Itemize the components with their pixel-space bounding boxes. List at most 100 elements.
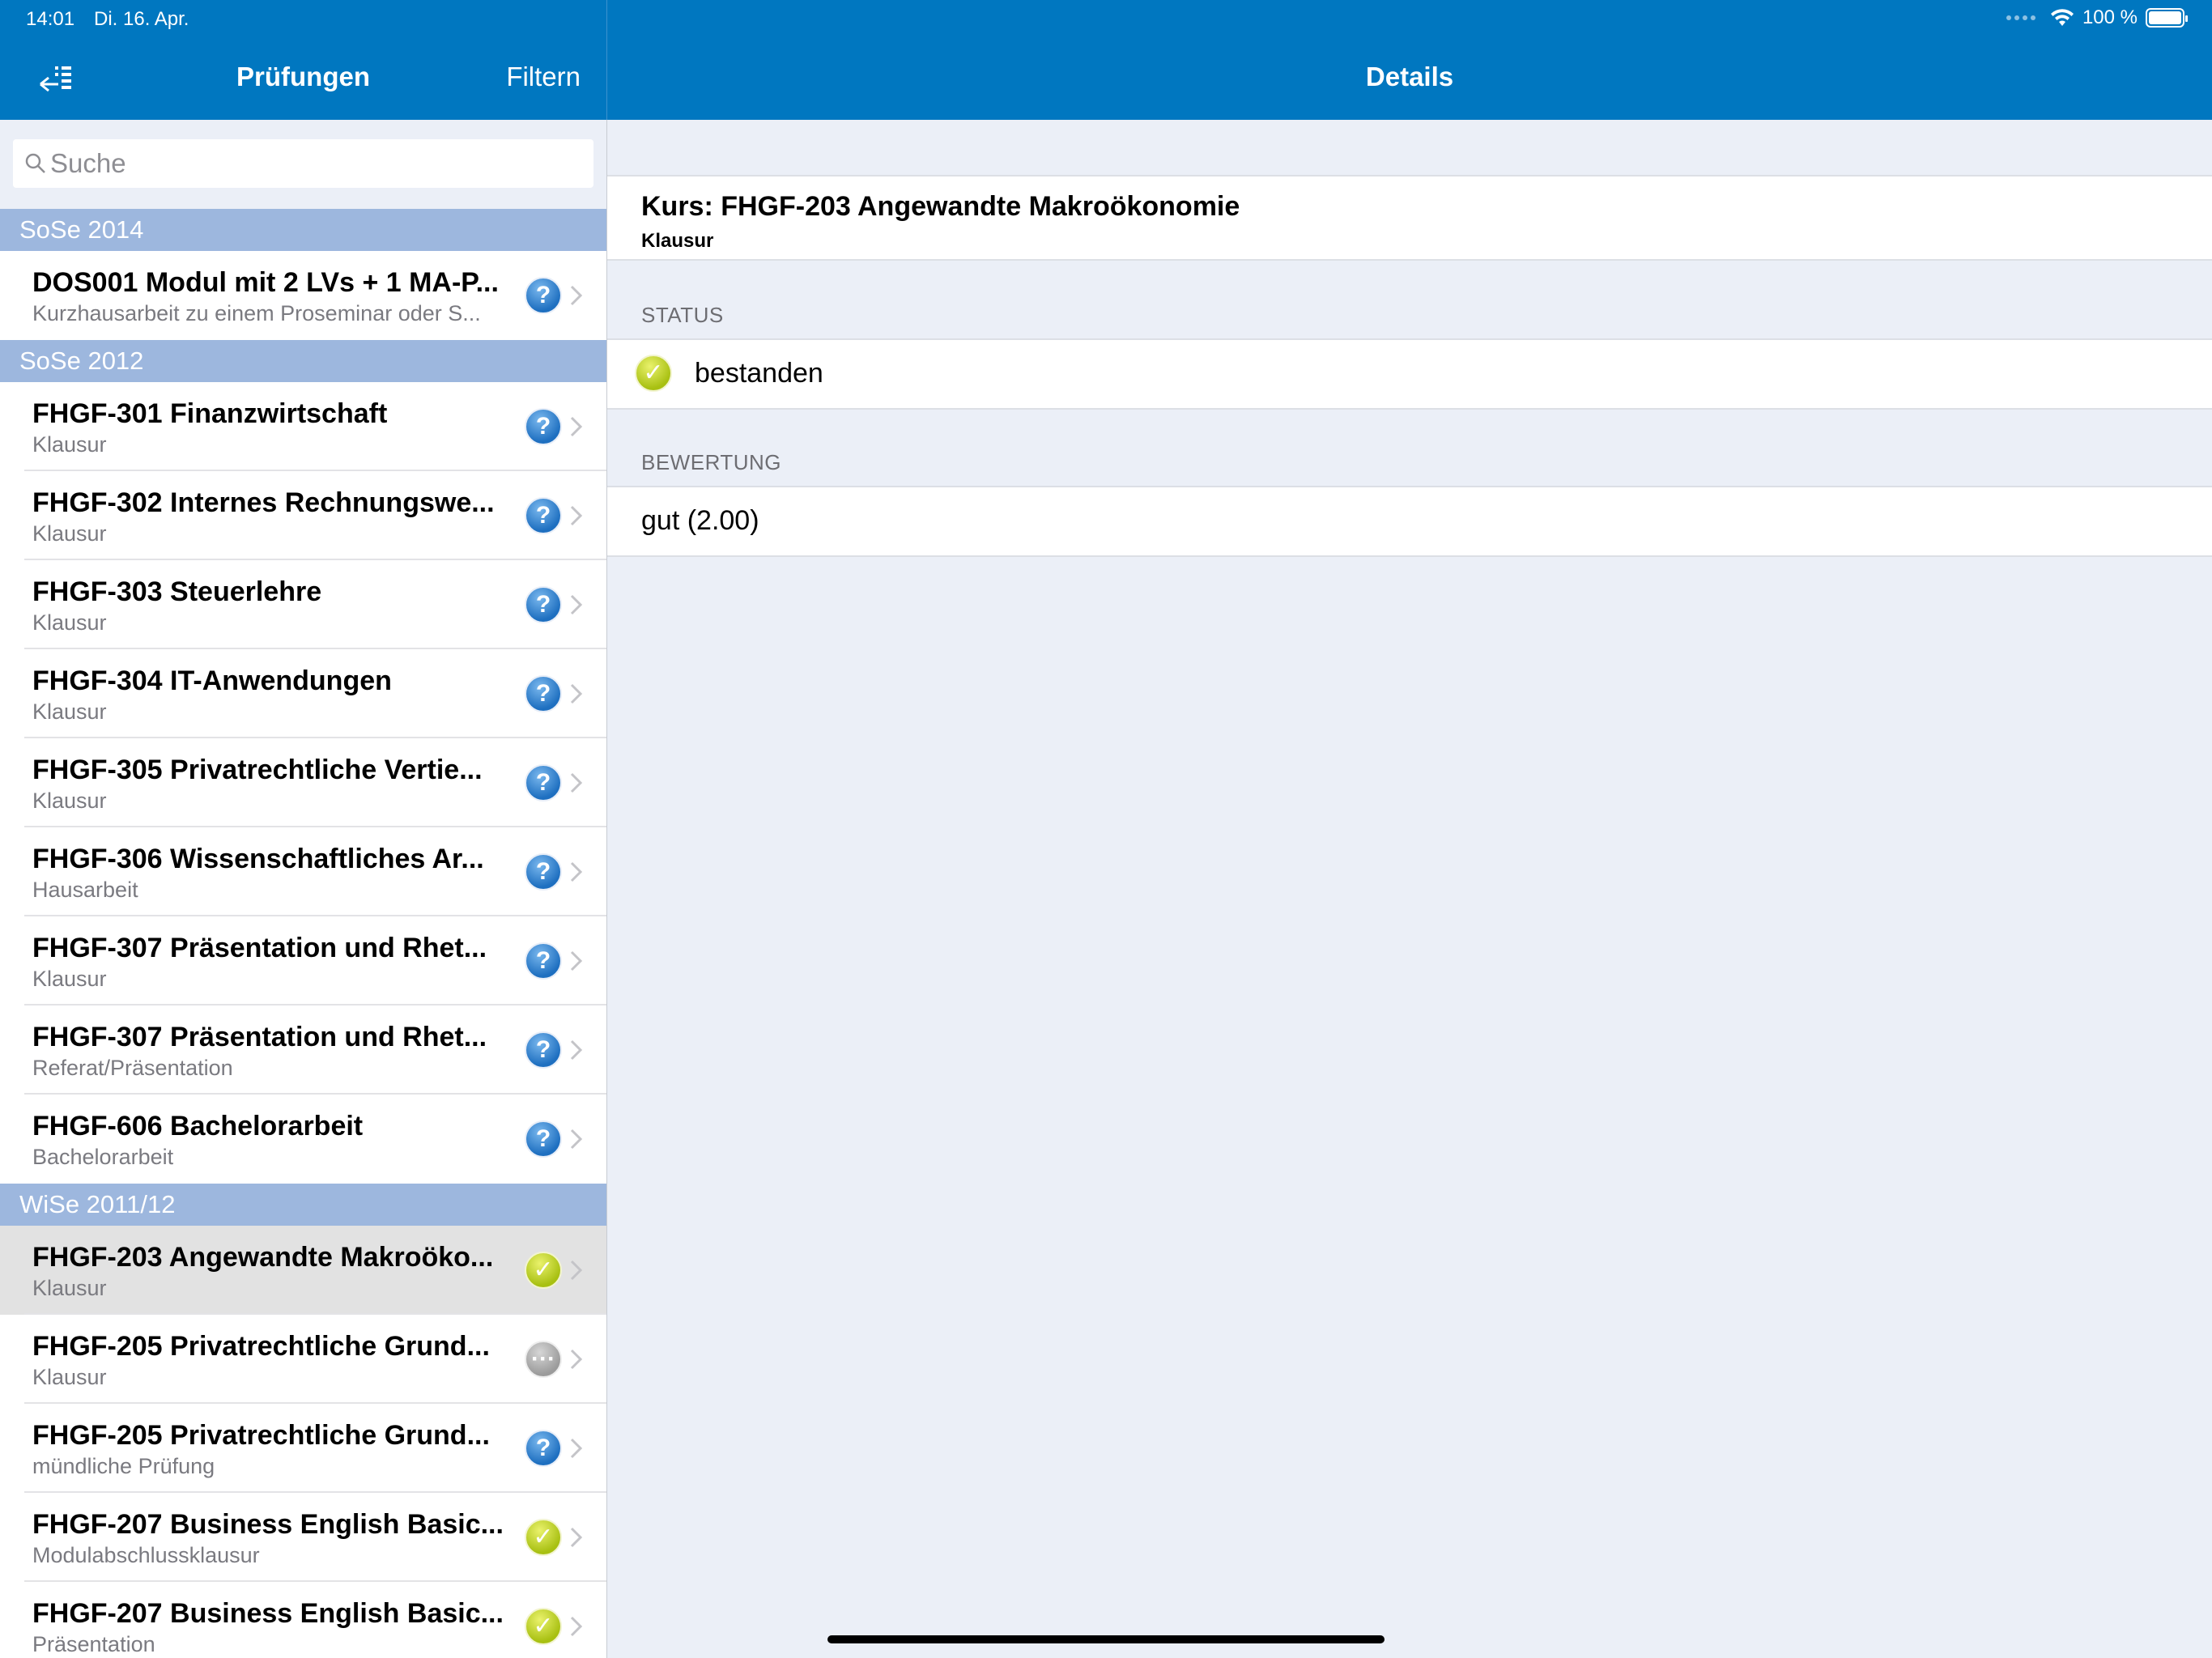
detail-navbar: Details	[607, 37, 2212, 120]
status-value: bestanden	[695, 358, 823, 389]
passed-check-icon: ✓	[525, 1608, 562, 1645]
exam-row[interactable]: FHGF-203 Angewandte Makroöko... Klausur ✓	[0, 1226, 606, 1315]
exam-row[interactable]: FHGF-207 Business English Basic... Präsen…	[0, 1582, 606, 1658]
exam-row[interactable]: FHGF-301 Finanzwirtschaft Klausur?	[0, 382, 606, 471]
chevron-right-icon	[570, 1438, 583, 1459]
chevron-right-icon	[570, 1129, 583, 1150]
search-icon	[25, 153, 45, 173]
question-status-icon: ?	[525, 408, 562, 445]
wifi-icon	[2050, 9, 2074, 26]
course-title: Kurs: FHGF-203 Angewandte Makroökonomie	[641, 191, 1240, 222]
exam-title: FHGF-302 Internes Rechnungswe...	[32, 487, 495, 518]
question-status-icon: ?	[525, 497, 562, 534]
exam-title: FHGF-307 Präsentation und Rhet...	[32, 1022, 487, 1052]
exam-title: FHGF-304 IT-Anwendungen	[32, 665, 392, 696]
search-bar	[0, 120, 606, 209]
home-indicator	[827, 1635, 1385, 1643]
chevron-right-icon	[570, 1260, 583, 1281]
exam-title: FHGF-205 Privatrechtliche Grund...	[32, 1331, 490, 1362]
master-navbar: Prüfungen Filtern	[0, 37, 606, 120]
signal-dots-icon	[2006, 15, 2035, 20]
chevron-right-icon	[570, 772, 583, 793]
exam-type: Klausur	[32, 789, 107, 813]
chevron-right-icon	[570, 1349, 583, 1370]
chevron-right-icon	[570, 1527, 583, 1548]
exam-type: Klausur	[32, 699, 107, 724]
question-status-icon: ?	[525, 586, 562, 623]
exam-list-panel: SoSe 2014DOS001 Modul mit 2 LVs + 1 MA-P…	[0, 120, 606, 1658]
search-input[interactable]	[50, 148, 536, 179]
status-time: 14:01	[26, 8, 75, 30]
exam-title: FHGF-301 Finanzwirtschaft	[32, 398, 388, 429]
detail-panel: Kurs: FHGF-203 Angewandte Makroökonomie …	[607, 120, 2212, 1658]
exam-row[interactable]: FHGF-307 Präsentation und Rhet... Referat…	[0, 1005, 606, 1095]
exam-title: FHGF-306 Wissenschaftliches Ar...	[32, 844, 484, 874]
battery-percent: 100 %	[2082, 6, 2138, 28]
question-status-icon: ?	[525, 1031, 562, 1069]
exam-type: Klausur	[32, 610, 107, 635]
exam-title: FHGF-205 Privatrechtliche Grund...	[32, 1420, 490, 1451]
passed-check-icon: ✓	[525, 1252, 562, 1289]
chevron-right-icon	[570, 1039, 583, 1061]
exam-title: FHGF-305 Privatrechtliche Vertie...	[32, 755, 483, 785]
passed-check-icon: ✓	[525, 1519, 562, 1556]
chevron-right-icon	[570, 416, 583, 437]
exam-row[interactable]: FHGF-307 Präsentation und Rhet... Klausur…	[0, 916, 606, 1005]
exam-row[interactable]: FHGF-306 Wissenschaftliches Ar... Hausarb…	[0, 827, 606, 916]
course-card: Kurs: FHGF-203 Angewandte Makroökonomie …	[607, 175, 2212, 261]
battery-fill	[2149, 11, 2181, 24]
section-header: SoSe 2014	[0, 209, 606, 251]
chevron-right-icon	[570, 683, 583, 704]
chevron-right-icon	[570, 594, 583, 615]
exam-list: SoSe 2014 DOS001 Modul mit 2 LVs + 1 MA-P…	[0, 209, 606, 1658]
passed-check-icon: ✓	[635, 355, 672, 392]
exam-type: Klausur	[32, 1276, 107, 1300]
grade-section-label: BEWERTUNG	[641, 450, 782, 474]
exam-title: FHGF-203 Angewandte Makroöko...	[32, 1242, 494, 1273]
exam-title: FHGF-606 Bachelorarbeit	[32, 1111, 364, 1141]
exam-type: Klausur	[32, 432, 107, 457]
exam-row[interactable]: FHGF-207 Business English Basic... Modula…	[0, 1493, 606, 1582]
chevron-right-icon	[570, 861, 583, 882]
exam-type: Hausarbeit	[32, 878, 138, 902]
exam-type: Klausur	[32, 1365, 107, 1389]
question-status-icon: ?	[525, 675, 562, 712]
battery-icon	[2146, 8, 2188, 28]
exam-row[interactable]: FHGF-606 Bachelorarbeit Bachelorarbeit?	[0, 1095, 606, 1184]
section-header: WiSe 2011/12	[0, 1184, 606, 1226]
grade-card: gut (2.00)	[607, 486, 2212, 557]
exam-row[interactable]: FHGF-205 Privatrechtliche Grund... Klausu…	[0, 1315, 606, 1404]
status-bar: 14:01 Di. 16. Apr. 100 %	[0, 0, 2212, 37]
exam-row[interactable]: FHGF-205 Privatrechtliche Grund... mündli…	[0, 1404, 606, 1493]
status-date: Di. 16. Apr.	[94, 8, 189, 30]
search-field[interactable]	[13, 139, 593, 188]
exam-title: FHGF-207 Business English Basic...	[32, 1598, 504, 1629]
detail-title: Details	[1365, 62, 1454, 91]
exam-type: Klausur	[32, 521, 107, 546]
grade-value: gut (2.00)	[641, 505, 759, 536]
chevron-right-icon	[570, 505, 583, 526]
status-section-label: STATUS	[641, 303, 724, 327]
chevron-right-icon	[570, 285, 583, 306]
status-card: ✓ bestanden	[607, 338, 2212, 410]
exam-type: Bachelorarbeit	[32, 1145, 174, 1169]
question-status-icon: ?	[525, 277, 562, 314]
exam-row[interactable]: FHGF-303 Steuerlehre Klausur?	[0, 560, 606, 649]
exam-row[interactable]: DOS001 Modul mit 2 LVs + 1 MA-P... Kurzha…	[0, 251, 606, 340]
course-type: Klausur	[641, 230, 714, 252]
exam-type: Referat/Präsentation	[32, 1056, 233, 1080]
exam-title: FHGF-207 Business English Basic...	[32, 1509, 504, 1540]
exam-type: Präsentation	[32, 1632, 155, 1656]
exam-title: FHGF-307 Präsentation und Rhet...	[32, 933, 487, 963]
exam-row[interactable]: FHGF-302 Internes Rechnungswe... Klausur?	[0, 471, 606, 560]
section-header: SoSe 2012	[0, 340, 606, 382]
exam-row[interactable]: FHGF-304 IT-Anwendungen Klausur?	[0, 649, 606, 738]
filter-button[interactable]: Filtern	[506, 62, 581, 92]
exam-row[interactable]: FHGF-305 Privatrechtliche Vertie... Klaus…	[0, 738, 606, 827]
pane-divider-top	[606, 0, 607, 120]
exam-title: FHGF-303 Steuerlehre	[32, 576, 322, 607]
chevron-right-icon	[570, 950, 583, 971]
question-status-icon: ?	[525, 1120, 562, 1158]
question-status-icon: ?	[525, 853, 562, 891]
chevron-right-icon	[570, 1616, 583, 1637]
